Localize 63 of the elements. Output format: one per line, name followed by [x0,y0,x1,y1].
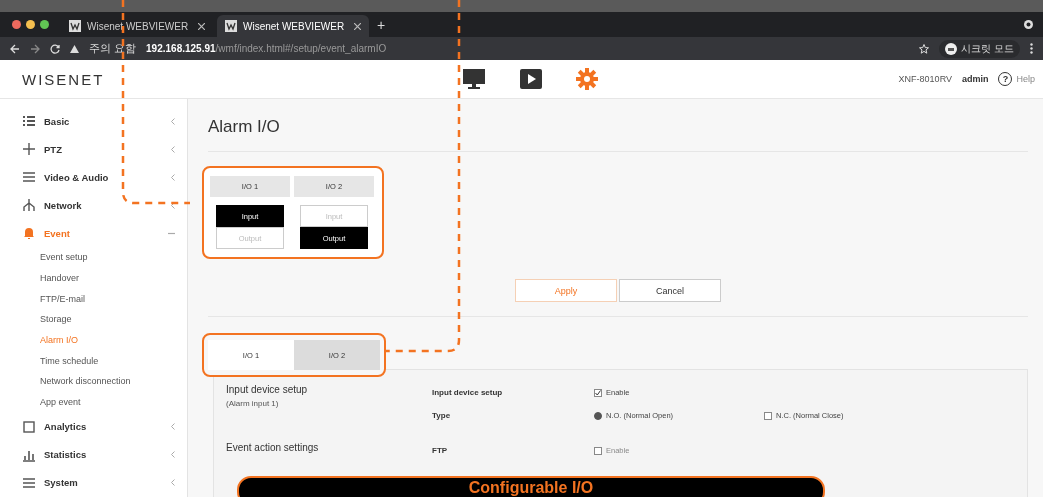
square-icon [22,419,36,434]
sidebar-item[interactable]: Statistics [0,440,187,469]
browser-tab[interactable]: Wisenet WEBVIEWER [217,15,369,37]
setting-label: Input device setup [432,388,504,397]
sidebar-item[interactable]: Analytics [0,412,187,441]
menu-icon [22,475,36,490]
new-tab-button[interactable]: + [377,16,386,33]
sidebar-item[interactable]: Network [0,191,187,219]
list-icon [22,114,36,128]
menu-icon [22,170,36,184]
sidebar-subitem[interactable]: Handover [0,267,187,289]
sidebar-item[interactable]: System [0,468,187,497]
logo: WISENET [22,70,106,88]
play-icon[interactable] [520,69,542,89]
bell-icon [22,226,36,240]
security-warning[interactable]: 주의 요함 [89,41,137,56]
sidebar-subitem[interactable]: Storage [0,309,187,330]
section-title: Input device setup [226,384,309,395]
close-icon[interactable] [354,22,361,30]
page-title: Alarm I/O [208,117,281,137]
chevron-icon[interactable] [171,201,175,209]
incognito-icon [945,42,958,55]
sidebar-item[interactable]: Video & Audio [0,163,187,191]
network-icon [22,198,36,212]
checkbox[interactable] [594,388,602,397]
sidebar-subitem[interactable]: Time schedule [0,350,187,372]
settings-icon[interactable] [576,68,598,90]
close-window-icon[interactable] [12,20,21,29]
extension-icon[interactable] [1024,20,1033,29]
sidebar-subitem[interactable]: Event setup [0,247,187,268]
maximize-window-icon[interactable] [40,20,49,29]
sidebar-item[interactable]: PTZ [0,135,187,163]
warning-icon [70,44,79,53]
browser-tab[interactable]: Wisenet WEBVIEWER [61,15,213,37]
forward-icon[interactable] [30,43,40,54]
checkbox[interactable] [764,411,772,420]
back-icon[interactable] [10,43,20,54]
profile-button[interactable]: 시크릿 모드 [939,39,1020,58]
favicon-icon [69,20,81,32]
annotation-caption: Configurable I/O [237,476,825,497]
cancel-button[interactable]: Cancel [619,279,721,302]
model-name: XNF-8010RV [898,74,952,84]
sidebar-subitem[interactable]: FTP/E-mail [0,288,187,310]
user-name[interactable]: admin [961,74,989,84]
sidebar-subitem[interactable]: App event [0,391,187,413]
more-icon[interactable] [1030,43,1033,54]
setting-label: FTP [432,446,449,455]
monitor-icon[interactable] [462,68,486,90]
section-subtitle: (Alarm input 1) [226,399,280,408]
reload-icon[interactable] [50,43,60,54]
help-link[interactable]: ? Help [998,72,1035,86]
star-icon[interactable] [919,43,930,54]
move-icon [22,142,36,156]
close-icon[interactable] [198,22,205,30]
checkbox[interactable] [594,446,602,455]
url-text[interactable]: 192.168.125.91/wmf/index.html#/setup/event_alarmIO [146,43,387,54]
sidebar-subitem[interactable]: Network disconnection [0,371,187,392]
minimize-window-icon[interactable] [26,20,35,29]
radio-button[interactable] [594,411,602,420]
sidebar-item[interactable]: Basic [0,107,187,135]
setting-label: Type [432,411,452,420]
favicon-icon [225,20,237,32]
section-title: Event action settings [226,442,320,453]
